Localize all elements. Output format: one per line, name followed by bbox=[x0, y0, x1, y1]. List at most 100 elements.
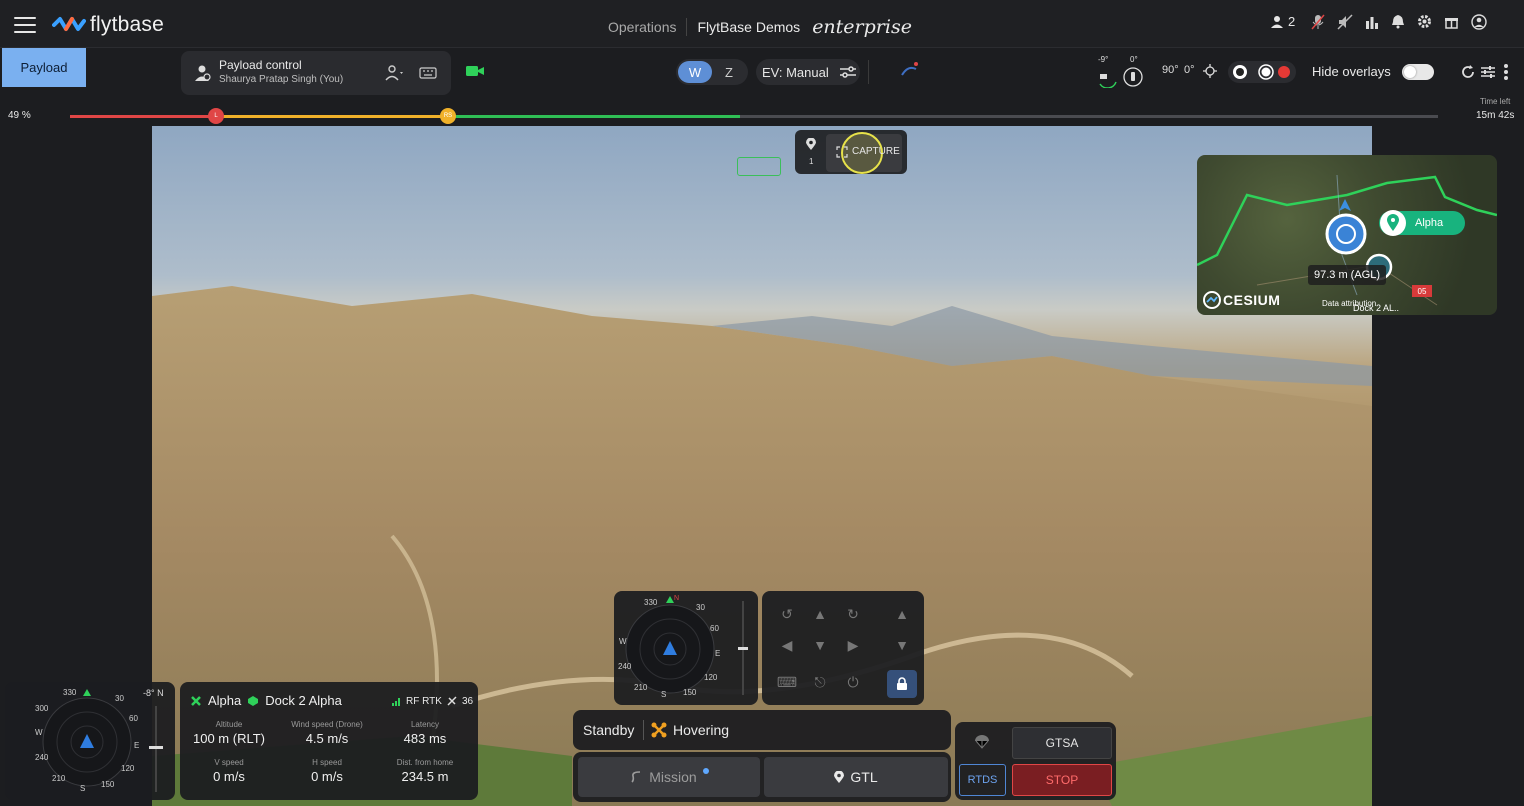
mission-path-icon bbox=[631, 771, 641, 783]
right-arrow-icon[interactable]: ▶ bbox=[840, 632, 866, 658]
more-options-icon[interactable] bbox=[1503, 63, 1509, 81]
payload-control-title: Payload control bbox=[219, 58, 302, 72]
gimbal-90-button[interactable]: 90° bbox=[1162, 64, 1179, 76]
ascend-icon[interactable]: ▲ bbox=[889, 601, 915, 627]
hamburger-menu-icon[interactable] bbox=[14, 14, 36, 34]
map-marker-icon bbox=[1380, 210, 1406, 236]
map-provider-label: CESIUM bbox=[1223, 292, 1281, 308]
battery-land-marker: L bbox=[208, 108, 224, 124]
keyboard-control-icon[interactable]: ⌨ bbox=[774, 669, 800, 695]
notifications-bell-icon[interactable] bbox=[1391, 14, 1405, 29]
cesium-logo-icon bbox=[1203, 291, 1221, 309]
lock-icon[interactable] bbox=[887, 670, 917, 698]
gimbal-0-button[interactable]: 0° bbox=[1184, 64, 1195, 76]
drone-link-icon[interactable] bbox=[898, 61, 920, 81]
flytbase-logo-icon bbox=[52, 17, 86, 31]
payload-control-card[interactable]: Payload control Shaurya Pratap Singh (Yo… bbox=[181, 51, 451, 95]
drone-position-icon[interactable] bbox=[1325, 197, 1371, 255]
active-users[interactable]: 2 bbox=[1266, 12, 1299, 31]
telemetry-latency: Latency 483 ms bbox=[403, 720, 447, 746]
sliders-icon[interactable] bbox=[839, 65, 857, 79]
gift-icon[interactable] bbox=[1444, 14, 1459, 29]
drone-compass-panel: 330 N 30 W 60 E 240 120 210 S 150 bbox=[614, 591, 758, 705]
analytics-icon[interactable] bbox=[1365, 15, 1379, 29]
mission-button[interactable]: Mission bbox=[578, 757, 760, 797]
stop-button[interactable]: STOP bbox=[1012, 764, 1112, 796]
exposure-control[interactable]: EV: Manual bbox=[756, 59, 860, 85]
rotate-left-icon[interactable]: ↺ bbox=[774, 601, 800, 627]
breadcrumb-operations[interactable]: Operations bbox=[608, 19, 676, 35]
telemetry-distance-home: Dist. from home 234.5 m bbox=[396, 758, 454, 784]
telemetry-header: Alpha Dock 2 Alpha bbox=[190, 693, 342, 708]
rtds-button[interactable]: RTDS bbox=[959, 764, 1006, 796]
drone-icon bbox=[191, 695, 201, 706]
record-icon[interactable] bbox=[1276, 64, 1292, 80]
flight-mode: Hovering bbox=[673, 722, 730, 738]
settings-sliders-icon[interactable] bbox=[1480, 64, 1496, 80]
lens-zoom-button[interactable]: Z bbox=[712, 61, 746, 83]
user-count-value: 2 bbox=[1288, 14, 1296, 29]
gtsa-button[interactable]: GTSA bbox=[1012, 727, 1112, 759]
parachute-icon[interactable] bbox=[974, 735, 990, 749]
left-arrow-icon[interactable]: ◀ bbox=[774, 632, 800, 658]
telemetry-panel: Alpha Dock 2 Alpha RF RTK 36 Altitude 100… bbox=[180, 682, 478, 800]
refresh-icon[interactable] bbox=[1460, 64, 1476, 80]
gimbal-yaw-gauge-icon bbox=[1123, 67, 1143, 87]
breadcrumb-organization[interactable]: FlytBase Demos bbox=[697, 19, 800, 35]
backward-arrow-icon[interactable]: ▼ bbox=[807, 632, 833, 658]
telemetry-wind-speed: Wind speed (Drone) 4.5 m/s bbox=[291, 720, 363, 746]
minimap[interactable]: Alpha 97.3 m (AGL) 05 CESIUM Data attrib… bbox=[1197, 155, 1497, 315]
capture-frame-icon bbox=[836, 146, 848, 158]
flight-control-pad: ↺ ▲ ↻ ▲ ◀ ▼ ▶ ▼ ⌨ ⎋ ⏻ bbox=[762, 591, 924, 705]
heading-offset: -8° N bbox=[143, 688, 164, 698]
telemetry-drone-name[interactable]: Alpha bbox=[208, 693, 241, 708]
lens-toggle[interactable]: W Z bbox=[676, 59, 748, 85]
photo-mode-icon[interactable] bbox=[1232, 64, 1248, 80]
location-pin-icon[interactable] bbox=[806, 138, 816, 151]
compass-dial bbox=[42, 689, 132, 787]
time-left-label: Time left bbox=[1480, 97, 1511, 106]
flytbase-logo[interactable]: flytbase bbox=[52, 13, 164, 37]
edition-label: enterprise bbox=[812, 16, 912, 38]
flight-state: Standby bbox=[583, 722, 635, 738]
hide-overlays-toggle[interactable] bbox=[1402, 64, 1434, 80]
satellite-count: 36 bbox=[461, 695, 474, 707]
settings-gear-icon[interactable] bbox=[1417, 14, 1432, 29]
tracking-box bbox=[737, 157, 781, 176]
users-icon bbox=[1271, 15, 1283, 28]
mission-indicator-dot bbox=[702, 768, 709, 774]
hide-overlays-label: Hide overlays bbox=[1312, 64, 1391, 79]
gamepad-icon[interactable]: ⏻ bbox=[840, 669, 866, 695]
joystick-icon[interactable]: ⎋ bbox=[807, 669, 833, 695]
descend-icon[interactable]: ▼ bbox=[889, 632, 915, 658]
payload-control-user: Shaurya Pratap Singh (You) bbox=[219, 74, 344, 85]
rotate-right-icon[interactable]: ↻ bbox=[840, 601, 866, 627]
telemetry-row-2: V speed 0 m/s H speed 0 m/s Dist. from hom… bbox=[180, 758, 474, 784]
telemetry-dock-name[interactable]: Dock 2 Alpha bbox=[265, 693, 342, 708]
minimap-dock-label: Dock 2 AL.. bbox=[1353, 303, 1400, 313]
minimap-altitude: 97.3 m (AGL) bbox=[1308, 265, 1386, 285]
altitude-slider-handle[interactable] bbox=[149, 746, 163, 749]
altitude-slider-track bbox=[155, 706, 157, 792]
throttle-slider-handle[interactable] bbox=[738, 647, 748, 650]
battery-progress-bar: L RS bbox=[70, 108, 1438, 124]
drone-compass-dial bbox=[625, 596, 715, 694]
transfer-control-icon[interactable] bbox=[385, 65, 405, 81]
user-profile-icon[interactable] bbox=[1471, 13, 1487, 30]
minimap-marker: 05 bbox=[1412, 285, 1432, 297]
video-camera-icon[interactable] bbox=[466, 65, 484, 77]
signal-strength-icon bbox=[392, 698, 400, 706]
battery-percent: 49 % bbox=[8, 110, 31, 121]
battery-rth-marker: RS bbox=[440, 108, 456, 124]
mic-muted-icon[interactable] bbox=[1311, 14, 1325, 30]
lens-wide-button[interactable]: W bbox=[678, 61, 712, 83]
forward-arrow-icon[interactable]: ▲ bbox=[807, 601, 833, 627]
speaker-muted-icon[interactable] bbox=[1337, 13, 1353, 30]
gimbal-center-icon[interactable] bbox=[1202, 63, 1218, 79]
time-left-value: 15m 42s bbox=[1476, 110, 1515, 121]
photo-capture-icon[interactable] bbox=[1258, 64, 1274, 80]
go-to-location-button[interactable]: GTL bbox=[764, 757, 948, 797]
keyboard-icon[interactable] bbox=[419, 67, 437, 79]
payload-tab[interactable]: Payload bbox=[2, 48, 86, 87]
gimbal-pitch-gauge-icon bbox=[1099, 74, 1117, 88]
